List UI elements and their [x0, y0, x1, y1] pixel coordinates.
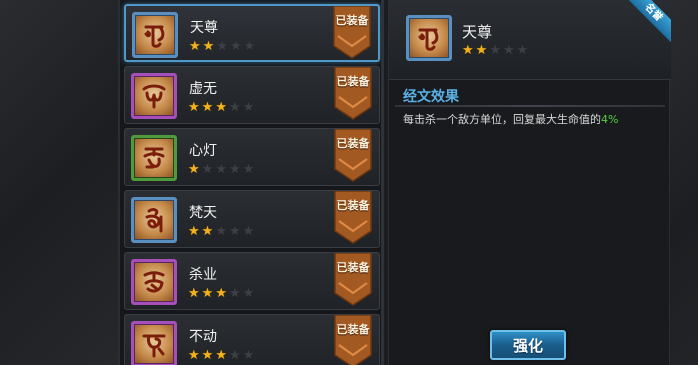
rune-name: 心灯: [189, 143, 217, 159]
star-filled-icon: ★: [201, 348, 214, 363]
equipped-badge: 已装备: [332, 6, 372, 60]
star-filled-icon: ★: [475, 43, 488, 58]
right-background: [670, 0, 698, 365]
star-empty-icon: ★: [201, 162, 214, 177]
star-empty-icon: ★: [242, 162, 255, 177]
detail-header: 天尊 ★ ★ ★ ★ ★ 名誉: [389, 0, 671, 80]
star-empty-icon: ★: [215, 162, 227, 177]
rune-name: 虚无: [189, 81, 217, 97]
rune-list-item[interactable]: 心灯 ★ ★ ★ ★ ★ 已装备: [124, 128, 380, 186]
star-empty-icon: ★: [489, 43, 501, 58]
star-filled-icon: ★: [202, 39, 215, 54]
effect-description: 每击杀一个敌方单位，回复最大生命值的4%: [403, 111, 618, 127]
rune-stars: ★ ★ ★ ★ ★: [188, 163, 254, 176]
detail-rune-name: 天尊: [462, 23, 493, 41]
star-filled-icon: ★: [215, 286, 227, 301]
rune-list-item[interactable]: 天尊 ★ ★ ★ ★ ★ 已装备: [124, 4, 380, 62]
star-empty-icon: ★: [216, 39, 228, 54]
effect-divider: [395, 105, 665, 107]
rune-stars: ★ ★ ★ ★ ★: [189, 40, 255, 53]
rune-detail-panel: 天尊 ★ ★ ★ ★ ★ 名誉 经文效果 每击杀一个敌方单位，回复最大生命值的4% 强化: [388, 0, 671, 365]
rune-icon: [131, 135, 177, 181]
rune-stars: ★ ★ ★ ★ ★: [188, 101, 254, 114]
rune-icon: [131, 321, 177, 365]
rune-list-item[interactable]: 虚无 ★ ★ ★ ★ ★ 已装备: [124, 66, 380, 124]
star-empty-icon: ★: [228, 100, 241, 115]
rune-icon: [131, 73, 177, 119]
star-filled-icon: ★: [201, 286, 214, 301]
equipped-badge: 已装备: [333, 191, 373, 245]
equipped-badge: 已装备: [333, 315, 373, 365]
effect-text: 每击杀一个敌方单位，回复最大生命值的: [403, 113, 601, 126]
rune-name: 梵天: [189, 205, 217, 221]
star-empty-icon: ★: [242, 224, 255, 239]
star-filled-icon: ★: [188, 224, 200, 239]
star-empty-icon: ★: [215, 224, 227, 239]
fantian-glyph-icon: [145, 208, 163, 233]
rune-name: 杀业: [189, 267, 217, 283]
star-filled-icon: ★: [188, 286, 200, 301]
rune-stars: ★ ★ ★ ★ ★: [188, 287, 254, 300]
enhance-button[interactable]: 强化: [490, 330, 566, 360]
xindeng-glyph-icon: [143, 147, 165, 169]
star-empty-icon: ★: [502, 43, 515, 58]
star-filled-icon: ★: [201, 100, 214, 115]
rune-list-item[interactable]: 不动 ★ ★ ★ ★ ★ 已装备: [124, 314, 380, 365]
left-background: [0, 0, 118, 365]
rune-name: 天尊: [190, 20, 218, 36]
rune-icon: [131, 197, 177, 243]
rune-list-item[interactable]: 杀业 ★ ★ ★ ★ ★ 已装备: [124, 252, 380, 310]
rune-list-item[interactable]: 梵天 ★ ★ ★ ★ ★ 已装备: [124, 190, 380, 248]
ribbon-label: 名誉: [627, 0, 671, 44]
rune-icon: [132, 12, 178, 58]
star-filled-icon: ★: [188, 100, 200, 115]
star-filled-icon: ★: [201, 224, 214, 239]
star-empty-icon: ★: [229, 39, 242, 54]
shaye-glyph-icon: [143, 271, 165, 293]
detail-rune-stars: ★ ★ ★ ★ ★: [462, 44, 528, 57]
rune-list[interactable]: 天尊 ★ ★ ★ ★ ★ 已装备 虚无 ★ ★ ★ ★ ★ 已装备 心灯 ★ ★ ★ ★ ★ 已装备: [118, 0, 384, 365]
rune-stars: ★ ★ ★ ★ ★: [188, 225, 254, 238]
star-filled-icon: ★: [215, 348, 227, 363]
budong-glyph-icon: [142, 334, 166, 358]
corner-ribbon: 名誉: [627, 0, 671, 44]
star-filled-icon: ★: [462, 43, 474, 58]
xuwu-glyph-icon: [142, 84, 166, 109]
equipped-badge: 已装备: [333, 253, 373, 307]
star-empty-icon: ★: [228, 286, 241, 301]
star-filled-icon: ★: [215, 100, 227, 115]
star-empty-icon: ★: [242, 348, 255, 363]
tianzun-glyph-icon: [418, 28, 439, 51]
rune-icon: [131, 259, 177, 305]
effect-title: 经文效果: [403, 89, 459, 105]
effect-value: 4%: [601, 113, 619, 126]
equipped-badge: 已装备: [333, 67, 373, 121]
star-filled-icon: ★: [188, 162, 200, 177]
star-empty-icon: ★: [242, 100, 255, 115]
equipped-badge: 已装备: [333, 129, 373, 183]
star-empty-icon: ★: [243, 39, 256, 54]
star-filled-icon: ★: [189, 39, 201, 54]
star-filled-icon: ★: [188, 348, 200, 363]
rune-stars: ★ ★ ★ ★ ★: [188, 349, 254, 362]
detail-rune-icon: [406, 15, 452, 61]
star-empty-icon: ★: [228, 224, 241, 239]
star-empty-icon: ★: [242, 286, 255, 301]
rune-name: 不动: [189, 329, 217, 345]
star-empty-icon: ★: [516, 43, 529, 58]
tianzun-glyph-icon: [144, 25, 165, 48]
star-empty-icon: ★: [228, 162, 241, 177]
star-empty-icon: ★: [228, 348, 241, 363]
